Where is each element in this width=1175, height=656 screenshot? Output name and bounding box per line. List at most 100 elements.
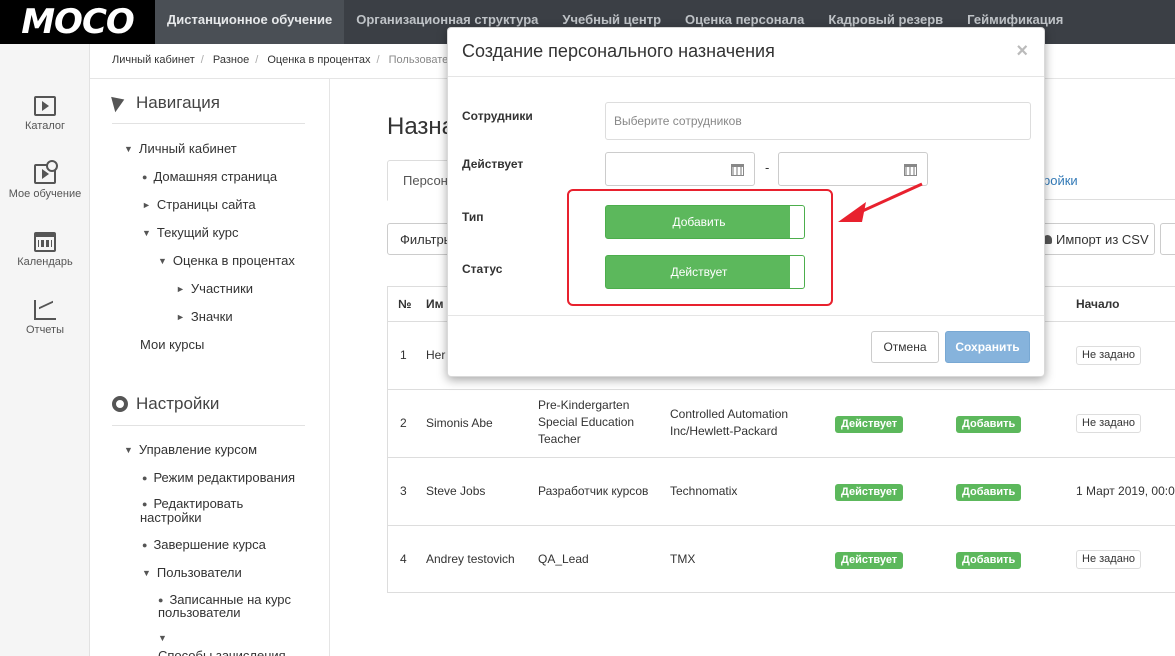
collapsed-icon: ► xyxy=(142,200,151,210)
icon-sidebar: Каталог Мое обучение Календарь Отчеты xyxy=(0,44,90,656)
cell-position: Pre-Kindergarten Special Education Teacher xyxy=(538,398,635,446)
column-header: Им xyxy=(426,297,444,311)
start-badge: Не задано xyxy=(1076,346,1142,365)
sidebar-label: Календарь xyxy=(17,256,73,268)
settings-block-title: Настройки xyxy=(112,394,219,414)
sidebar-item-calendar[interactable]: Календарь xyxy=(0,232,90,268)
nav-item-users[interactable]: ▼ Пользователи xyxy=(142,566,242,580)
cell-position: Разработчик курсов xyxy=(538,484,649,498)
calendar-icon xyxy=(34,232,56,252)
cell-num: 1 xyxy=(400,348,407,362)
import-csv-button[interactable]: Импорт из CSV xyxy=(1032,223,1155,255)
cancel-button[interactable]: Отмена xyxy=(871,331,939,363)
status-badge: Действует xyxy=(835,552,904,569)
collapsed-icon: ► xyxy=(176,284,185,294)
column-header: Начало xyxy=(1076,297,1120,311)
sidebar-label: Отчеты xyxy=(25,324,65,336)
status-badge: Действует xyxy=(835,416,904,433)
sidebar-label: Каталог xyxy=(25,120,65,132)
expanded-icon: ▼ xyxy=(158,633,167,643)
expanded-icon: ▼ xyxy=(124,144,133,154)
cell-num: 4 xyxy=(400,552,407,566)
cell-name: Steve Jobs xyxy=(426,484,486,498)
expanded-icon: ▼ xyxy=(124,445,133,455)
collapsed-icon: ► xyxy=(176,312,185,322)
cell-num: 3 xyxy=(400,484,407,498)
chart-icon xyxy=(34,300,56,320)
breadcrumb-item[interactable]: Личный кабинет xyxy=(112,54,195,66)
status-badge: Действует xyxy=(835,484,904,501)
calendar-icon[interactable] xyxy=(904,164,917,176)
page-title: Назна xyxy=(387,113,456,140)
cell-company: Technomatix xyxy=(670,484,738,498)
valid-label: Действует xyxy=(462,157,524,171)
nav-item-enrol-methods-toggle[interactable]: ▼ xyxy=(158,631,173,645)
bullet-icon: ● xyxy=(142,473,148,483)
nav-item-edit-mode[interactable]: ● Режим редактирования xyxy=(142,471,295,485)
table-row[interactable]: 3 Steve Jobs Разработчик курсов Technoma… xyxy=(388,457,1175,525)
bullet-icon: ● xyxy=(142,499,148,509)
cell-name: Her xyxy=(426,348,446,362)
navigation-block-title: Навигация xyxy=(112,93,220,113)
nav-item-my-courses[interactable]: Мои курсы xyxy=(140,338,204,352)
breadcrumb-item[interactable]: Пользовател xyxy=(389,54,455,66)
column-header: № xyxy=(398,297,412,311)
employees-select[interactable]: Выберите сотрудников xyxy=(605,102,1031,140)
sidebar-item-my-learning[interactable]: Мое обучение xyxy=(0,160,90,200)
employees-label: Сотрудники xyxy=(462,109,533,123)
breadcrumb-item[interactable]: Оценка в процентах xyxy=(267,54,370,66)
close-icon[interactable]: × xyxy=(1016,40,1028,63)
date-from-input[interactable] xyxy=(605,152,755,186)
cell-name: Simonis Abe xyxy=(426,416,493,430)
type-label: Тип xyxy=(462,210,484,224)
save-button[interactable]: Сохранить xyxy=(945,331,1030,363)
pointer-icon xyxy=(112,95,128,111)
status-label: Статус xyxy=(462,262,503,276)
annotation-highlight xyxy=(567,189,833,306)
cell-company: TMX xyxy=(670,552,696,566)
modal-header: Создание персонального назначения × xyxy=(448,28,1044,77)
modal-footer: Отмена Сохранить xyxy=(448,315,1044,376)
nav-item-enrol-methods[interactable]: Способы зачисления xyxy=(158,649,286,656)
nav-item-badges[interactable]: ► Значки xyxy=(176,310,233,324)
topnav-distance-learning[interactable]: Дистанционное обучение xyxy=(155,0,345,44)
type-badge: Добавить xyxy=(956,552,1022,569)
moco-logo[interactable]: MOCO xyxy=(0,0,155,44)
sidebar-item-catalog[interactable]: Каталог xyxy=(0,96,90,132)
nav-item-current-course[interactable]: ▼ Текущий курс xyxy=(142,226,238,240)
sidebar-label: Мое обучение xyxy=(8,188,82,200)
expanded-icon: ▼ xyxy=(142,568,151,578)
divider xyxy=(112,123,305,124)
play-monitor-icon xyxy=(34,96,56,116)
cell-name: Andrey testovich xyxy=(426,552,515,566)
nav-item-edit-settings[interactable]: ● Редактировать xyxy=(142,497,243,511)
nav-item-home[interactable]: ● Домашняя страница xyxy=(142,170,277,184)
nav-item-enrolled-users-line2[interactable]: пользователи xyxy=(158,606,241,620)
type-badge: Добавить xyxy=(956,484,1022,501)
breadcrumb-item[interactable]: Разное xyxy=(213,54,249,66)
nav-item-dashboard[interactable]: ▼ Личный кабинет xyxy=(124,142,237,156)
sidebar-item-reports[interactable]: Отчеты xyxy=(0,300,90,336)
more-button[interactable] xyxy=(1160,223,1175,255)
nav-item-participants[interactable]: ► Участники xyxy=(176,282,253,296)
annotation-arrow-icon xyxy=(838,182,923,222)
nav-item-site-pages[interactable]: ► Страницы сайта xyxy=(142,198,256,212)
start-badge: Не задано xyxy=(1076,414,1142,433)
tab-settings[interactable]: ройки xyxy=(1043,173,1078,188)
date-separator: - xyxy=(765,160,770,175)
type-badge: Добавить xyxy=(956,416,1022,433)
cell-start: 1 Март 2019, 00:0 xyxy=(1076,484,1175,498)
nav-item-course-admin[interactable]: ▼ Управление курсом xyxy=(124,443,257,457)
divider xyxy=(112,425,305,426)
expanded-icon: ▼ xyxy=(158,256,167,266)
nav-item-edit-settings-line2[interactable]: настройки xyxy=(140,511,202,525)
learning-icon xyxy=(34,160,58,184)
cell-position: QA_Lead xyxy=(538,552,589,566)
nav-item-percent-grade[interactable]: ▼ Оценка в процентах xyxy=(158,254,295,268)
table-row[interactable]: 2 Simonis Abe Pre-Kindergarten Special Ed… xyxy=(388,389,1175,457)
table-row[interactable]: 4 Andrey testovich QA_Lead TMX Действует… xyxy=(388,525,1175,593)
expanded-icon: ▼ xyxy=(142,228,151,238)
calendar-icon[interactable] xyxy=(731,164,744,176)
nav-item-course-completion[interactable]: ● Завершение курса xyxy=(142,538,266,552)
modal-title: Создание персонального назначения xyxy=(462,41,775,61)
